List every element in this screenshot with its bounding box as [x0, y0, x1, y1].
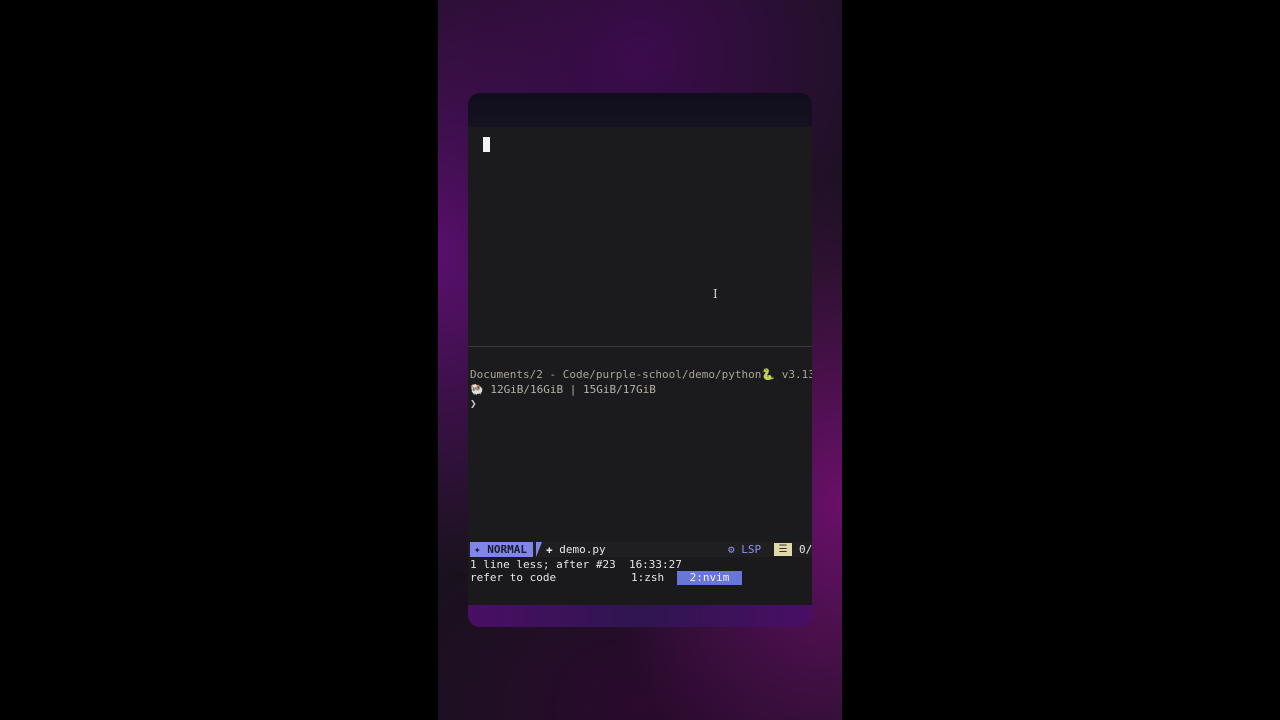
text-cursor-icon: I — [713, 287, 718, 301]
cursor-position: 0/ — [799, 543, 812, 556]
gears-icon: ⚙ — [728, 543, 742, 556]
window-titlebar — [468, 93, 812, 127]
mode-separator — [536, 542, 542, 557]
mode-label: NORMAL — [487, 543, 527, 556]
mode-indicator: ✦ NORMAL — [470, 542, 533, 557]
tmux-session-label: refer to code — [470, 571, 557, 584]
tmux-statusbar: refer to code 1:zsh 2:nvim — [468, 571, 812, 585]
status-message: 1 line less; after #23 16:33:27 — [470, 558, 682, 571]
vim-statusline: ✦ NORMAL ✚ demo.py ⚙ LSP ☰ 0/ — [468, 542, 812, 557]
lines-icon: ☰ — [774, 543, 792, 556]
lsp-indicator: ⚙ LSP — [728, 542, 761, 557]
lsp-label: LSP — [741, 543, 762, 556]
window-bottom-strip — [468, 605, 812, 627]
python-file-icon: ✚ — [546, 543, 560, 556]
vim-icon: ✦ — [474, 543, 488, 556]
file-name: demo.py — [559, 543, 606, 556]
memory-usage: 🐏 12GiB/16GiB | 15GiB/17GiB — [470, 383, 656, 396]
tmux-window-1[interactable]: 1:zsh — [631, 571, 664, 585]
tmux-window-2-active[interactable]: 2:nvim — [677, 571, 742, 585]
terminal-pane[interactable]: Documents/2 - Code/purple-school/demo/py… — [468, 347, 812, 545]
file-indicator: ✚ demo.py — [546, 542, 606, 557]
editor-cursor — [483, 137, 490, 152]
prompt-symbol: ❯ — [470, 397, 477, 410]
prompt-path: Documents/2 - Code/purple-school/demo/py… — [470, 368, 812, 381]
terminal-window: I Documents/2 - Code/purple-school/demo/… — [468, 93, 812, 627]
editor-pane[interactable]: I — [468, 127, 812, 346]
